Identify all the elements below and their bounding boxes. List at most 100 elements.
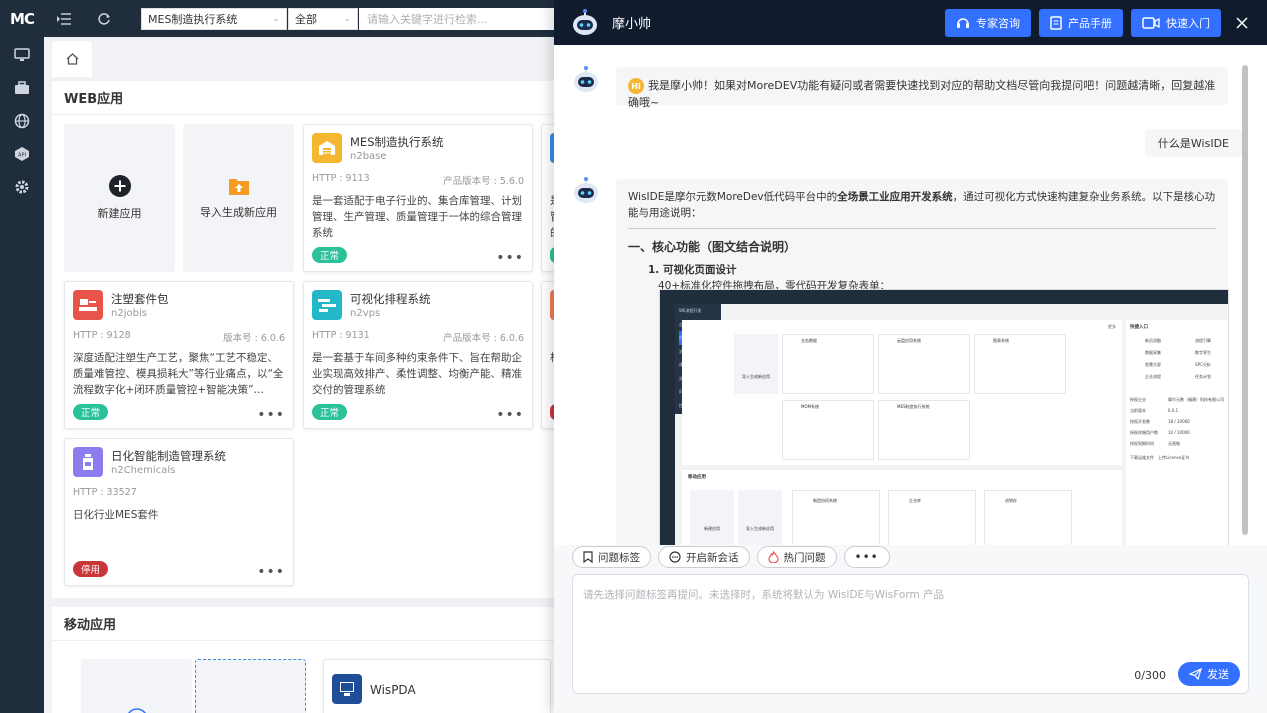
- mini-import: 导入生成新应用: [734, 334, 778, 394]
- status-badge: 停用: [73, 561, 109, 577]
- app-code: n2vps: [350, 308, 381, 319]
- bookmark-icon: [583, 551, 593, 563]
- chat-input-placeholder: 请先选择问题标签再提问。未选择时，系统将默认为 WisIDE与WisForm 产…: [583, 589, 945, 601]
- mobile-section-title: 移动应用: [52, 607, 564, 641]
- status-badge: 正常: [312, 404, 348, 420]
- gear-icon[interactable]: [0, 170, 44, 203]
- robot-icon: [573, 8, 597, 35]
- menu-toggle-icon[interactable]: [44, 0, 84, 37]
- mini-topbar: [660, 290, 1228, 304]
- more-icon[interactable]: •••: [496, 408, 524, 422]
- chat-drawer: 摩小帅 专家咨询 产品手册 快速入门 Hi 我是摩小帅！如果对MoreDEV功能有…: [554, 0, 1267, 713]
- greeting-text: 我是摩小帅！如果对MoreDEV功能有疑问或者需要快速找到对应的帮助文档尽管向我…: [628, 79, 1216, 109]
- app-port: HTTP : 9113: [312, 173, 370, 184]
- chat-bubble-icon: [669, 551, 681, 563]
- chevron-down-icon: ⌄: [343, 13, 351, 24]
- chevron-down-icon: ⌄: [272, 13, 280, 24]
- mini-mobile-panel: 移动应用 新建应用 导入生成新应用 制造协同系统 企业库 进销存: [682, 470, 1122, 545]
- app-desc: 日化行业MES套件: [73, 509, 159, 521]
- new-session-button[interactable]: 开启新会话: [658, 546, 750, 568]
- app-card-chemicals[interactable]: 日化智能制造管理系统 n2Chemicals HTTP : 33527 日化行业…: [64, 438, 294, 586]
- status-badge: 正常: [312, 247, 348, 263]
- char-count: 0/300: [1134, 669, 1166, 682]
- more-options-button[interactable]: •••: [843, 546, 890, 568]
- question-tag-button[interactable]: 问题标签: [572, 546, 651, 568]
- pda-icon: [332, 674, 362, 704]
- embedded-screenshot: WE流程开发企业流程任务计划流程引擎通达数据流程结构风格自然控件平台 更多 导入…: [659, 289, 1229, 545]
- new-session-label: 开启新会话: [686, 551, 739, 564]
- mobile-apps-panel: 移动应用 WisPDA: [52, 607, 564, 713]
- robot-avatar-icon: [574, 66, 598, 92]
- expert-consult-label: 专家咨询: [976, 16, 1020, 30]
- robot-avatar-icon: [574, 177, 598, 203]
- mini-quick-entry: 快捷入口 新员消融 流程引擎 数据采集 数字孪生 智慧大屏 SPC分析 企业流程 任务计划 授…: [1126, 320, 1228, 545]
- monitor-icon[interactable]: [0, 38, 44, 71]
- tab-bar: [44, 37, 564, 77]
- chat-input[interactable]: 请先选择问题标签再提问。未选择时，系统将默认为 WisIDE与WisForm 产…: [572, 574, 1249, 694]
- app-code: n2Chemicals: [111, 465, 176, 476]
- app-desc: 深度适配注塑生产工艺，聚焦“工艺不稳定、质量难管控、模具损耗大”等行业痛点，以“…: [73, 352, 284, 396]
- hi-badge: Hi: [628, 78, 644, 94]
- chat-header: 摩小帅 专家咨询 产品手册 快速入门: [554, 0, 1267, 45]
- section-heading: 一、核心功能（图文结合说明）: [628, 228, 1216, 255]
- app-name: 日化智能制造管理系统: [111, 449, 226, 463]
- new-app-label: 新建应用: [97, 207, 142, 220]
- app-version: 版本号 : 6.0.6: [223, 333, 285, 344]
- home-icon: [66, 53, 78, 65]
- app-card-vps[interactable]: 可视化排程系统 n2vps HTTP : 9131 产品版本号 : 6.0.6 …: [303, 281, 533, 429]
- app-name: 可视化排程系统: [350, 292, 431, 306]
- app-port: HTTP : 9131: [312, 330, 370, 341]
- svg-text:API: API: [18, 152, 26, 158]
- question-tag-label: 问题标签: [598, 551, 640, 564]
- app-version: 产品版本号 : 5.6.0: [443, 176, 524, 187]
- chat-scrollbar[interactable]: [1242, 65, 1248, 535]
- quick-start-button[interactable]: 快速入门: [1131, 8, 1221, 37]
- user-question-bubble: 什么是WisIDE: [1144, 129, 1242, 157]
- injection-machine-icon: [73, 290, 103, 320]
- warehouse-icon: [312, 133, 342, 163]
- more-icon[interactable]: •••: [257, 408, 285, 422]
- schedule-icon: [312, 290, 342, 320]
- video-icon: [1142, 16, 1160, 29]
- plus-circle-icon: [127, 708, 146, 713]
- api-icon[interactable]: API: [0, 137, 44, 170]
- hot-questions-label: 热门问题: [783, 551, 826, 564]
- send-button[interactable]: 发送: [1178, 662, 1240, 686]
- bot-greeting-bubble: Hi 我是摩小帅！如果对MoreDEV功能有疑问或者需要快速找到对应的帮助文档尽管…: [616, 67, 1228, 109]
- user-question-text: 什么是WisIDE: [1157, 137, 1229, 150]
- more-icon: •••: [854, 550, 879, 564]
- app-card-injection[interactable]: 注塑套件包 n2jobis HTTP : 9128 版本号 : 6.0.6 深度…: [64, 281, 294, 429]
- mobile-app-card-wispda[interactable]: WisPDA: [323, 659, 551, 713]
- refresh-icon[interactable]: [84, 0, 124, 37]
- expert-consult-button[interactable]: 专家咨询: [945, 8, 1031, 37]
- globe-icon[interactable]: [0, 104, 44, 137]
- search-input[interactable]: 请输入关键字进行检索...: [359, 7, 564, 30]
- headset-icon: [956, 16, 970, 29]
- app-code: n2base: [350, 151, 387, 162]
- import-app-card[interactable]: 导入生成新应用: [183, 124, 294, 272]
- tab-home[interactable]: [52, 41, 92, 77]
- scope-select[interactable]: 全部 ⌄: [288, 7, 358, 30]
- product-manual-button[interactable]: 产品手册: [1039, 8, 1123, 37]
- scope-select-value: 全部: [295, 12, 317, 26]
- more-icon[interactable]: •••: [257, 565, 285, 579]
- more-icon[interactable]: •••: [496, 251, 524, 265]
- mini-web-panel: 更多 导入生成新应用 业务数据 云盘应用系统 图表系统 MOM系统 MES制造执…: [682, 320, 1122, 465]
- new-app-card[interactable]: 新建应用: [64, 124, 175, 272]
- quick-start-label: 快速入门: [1166, 16, 1210, 30]
- hot-questions-button[interactable]: 热门问题: [756, 546, 837, 568]
- app-version: 产品版本号 : 6.0.6: [443, 333, 524, 344]
- system-select[interactable]: MES制造执行系统 ⌄: [141, 7, 287, 30]
- app-name: WisPDA: [370, 683, 416, 697]
- app-port: HTTP : 9128: [73, 330, 131, 341]
- briefcase-icon[interactable]: [0, 71, 44, 104]
- new-mobile-app-card[interactable]: [81, 659, 192, 713]
- top-bar: MES制造执行系统 ⌄ 全部 ⌄ 请输入关键字进行检索...: [44, 0, 564, 37]
- close-icon[interactable]: [1229, 16, 1255, 29]
- app-card-mes[interactable]: MES制造执行系统 n2base HTTP : 9113 产品版本号 : 5.6…: [303, 124, 533, 272]
- chat-messages: Hi 我是摩小帅！如果对MoreDEV功能有疑问或者需要快速找到对应的帮助文档尽管…: [554, 45, 1267, 545]
- answer-intro: WisIDE是摩尔元数MoreDev低代码平台中的全场景工业应用开发系统，通过可…: [628, 191, 1216, 219]
- bottle-icon: [73, 447, 103, 477]
- import-mobile-app-card[interactable]: [195, 659, 306, 713]
- send-label: 发送: [1207, 668, 1229, 681]
